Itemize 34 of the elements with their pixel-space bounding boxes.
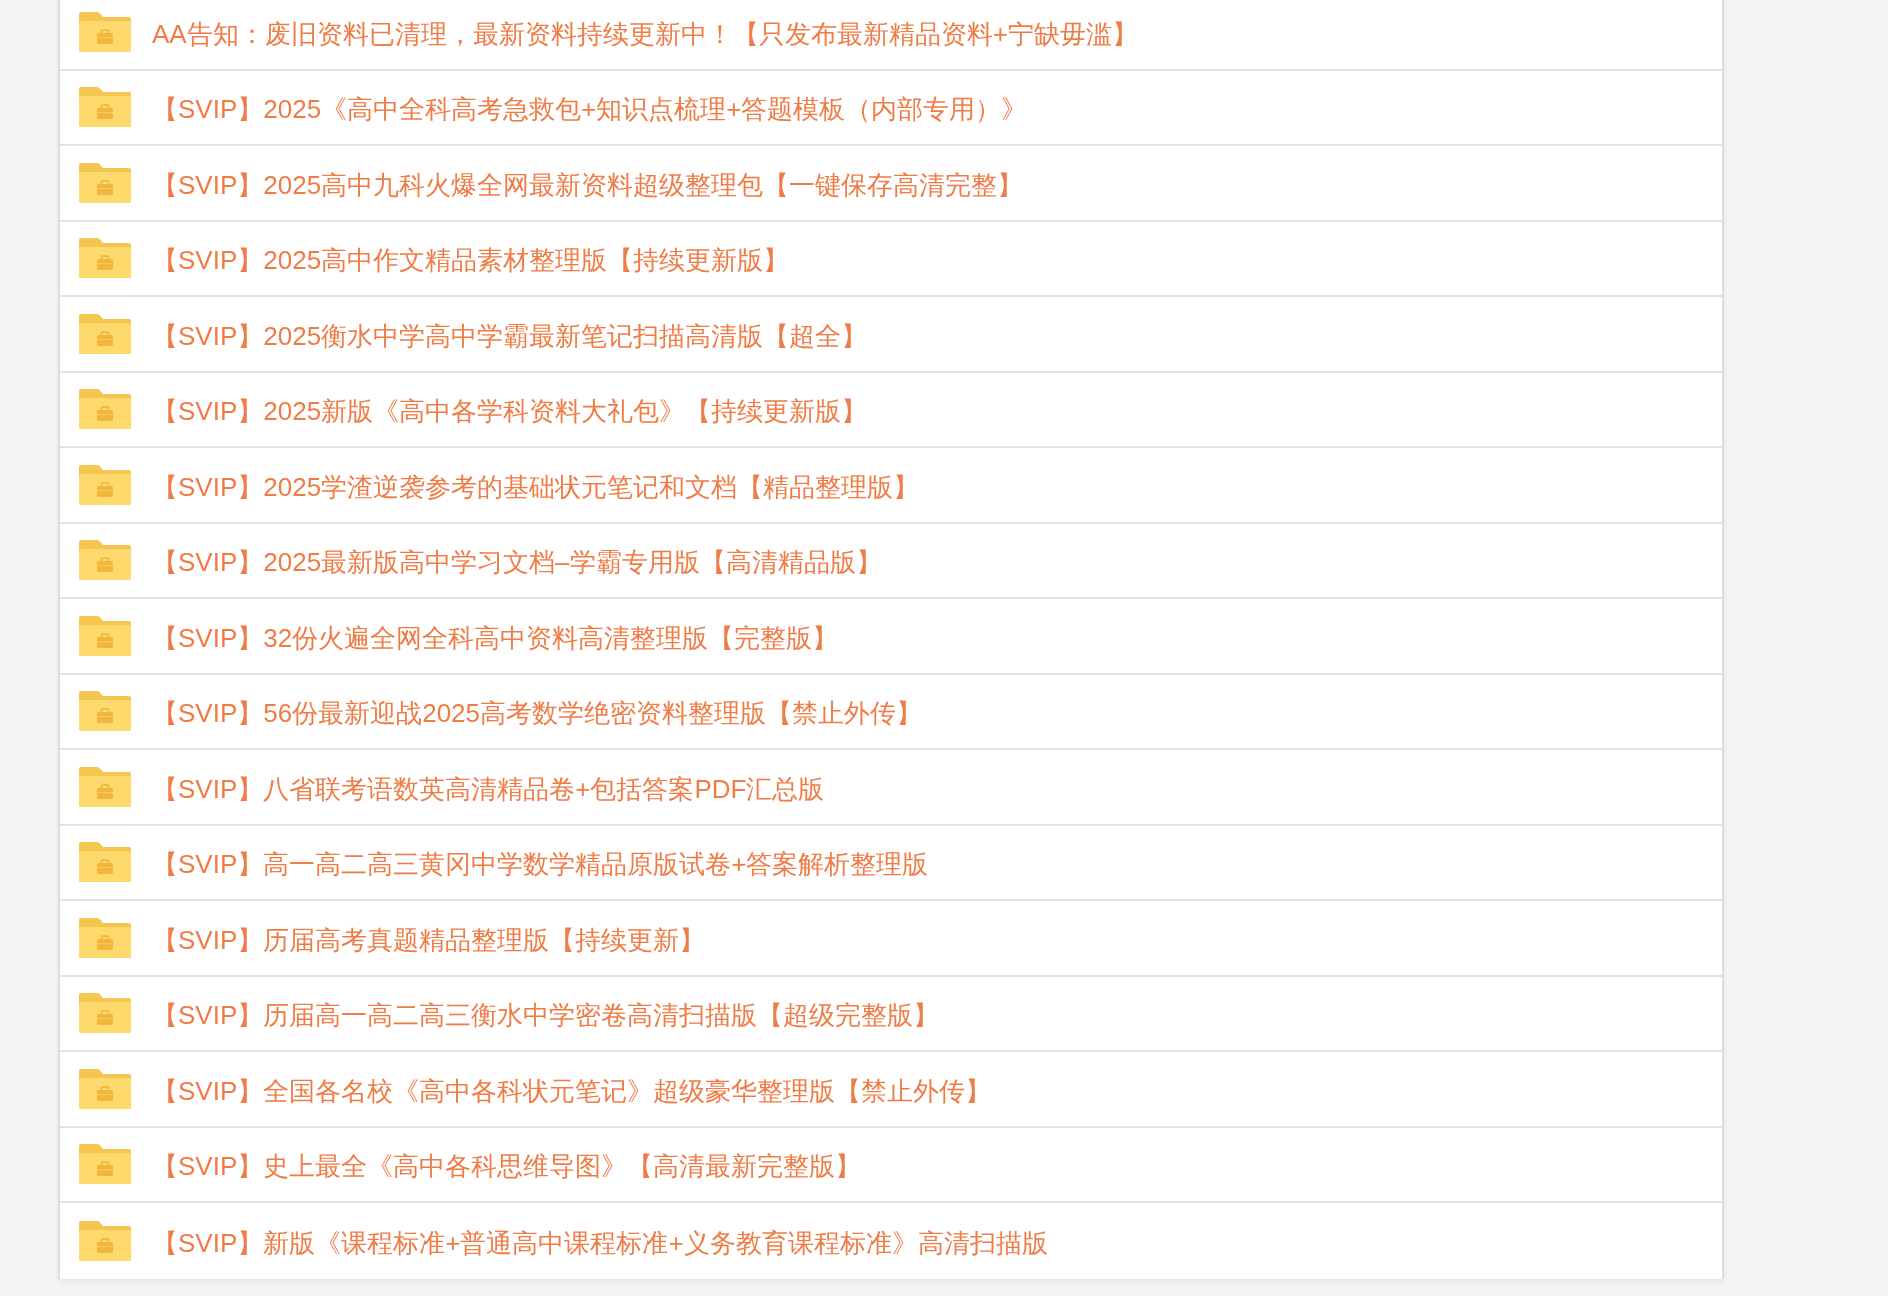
folder-icon (79, 238, 131, 279)
folder-icon (79, 11, 131, 52)
folder-link[interactable]: 【SVIP】历届高考真题精品整理版【持续更新】 (152, 922, 706, 957)
folder-link[interactable]: 【SVIP】56份最新迎战2025高考数学绝密资料整理版【禁止外传】 (152, 696, 922, 731)
folder-link[interactable]: 【SVIP】史上最全《高中各科思维导图》【高清最新完整版】 (152, 1149, 862, 1184)
folder-icon (79, 842, 131, 883)
folder-link[interactable]: 【SVIP】2025高中作文精品素材整理版【持续更新版】 (152, 243, 790, 278)
folder-link[interactable]: 【SVIP】32份火遍全网全科高中资料高清整理版【完整版】 (152, 620, 839, 655)
folder-link[interactable]: 【SVIP】2025衡水中学高中学霸最新笔记扫描高清版【超全】 (152, 318, 868, 353)
folder-icon (79, 691, 131, 732)
folder-link[interactable]: 【SVIP】高一高二高三黄冈中学数学精品原版试卷+答案解析整理版 (152, 847, 929, 882)
folder-icon (79, 540, 131, 581)
folder-link[interactable]: AA告知：废旧资料已清理，最新资料持续更新中！【只发布最新精品资料+宁缺毋滥】 (152, 16, 1138, 51)
folder-icon (79, 615, 131, 656)
folder-link[interactable]: 【SVIP】2025学渣逆袭参考的基础状元笔记和文档【精品整理版】 (152, 469, 920, 504)
folder-icon (79, 313, 131, 354)
folder-link[interactable]: 【SVIP】历届高一高二高三衡水中学密卷高清扫描版【超级完整版】 (152, 998, 940, 1033)
folder-link[interactable]: 【SVIP】八省联考语数英高清精品卷+包括答案PDF汇总版 (152, 771, 825, 806)
folder-icon (79, 1144, 131, 1185)
folder-icon (79, 87, 131, 128)
folder-icon (79, 464, 131, 505)
folder-icon (79, 917, 131, 958)
folder-link[interactable]: 【SVIP】2025新版《高中各学科资料大礼包》【持续更新版】 (152, 394, 868, 429)
folder-link[interactable]: 【SVIP】全国各名校《高中各科状元笔记》超级豪华整理版【禁止外传】 (152, 1073, 992, 1108)
folder-link[interactable]: 【SVIP】2025《高中全科高考急救包+知识点梳理+答题模板（内部专用）》 (152, 92, 1028, 127)
folder-icon (79, 766, 131, 807)
folder-link[interactable]: 【SVIP】2025高中九科火爆全网最新资料超级整理包【一键保存高清完整】 (152, 167, 1024, 202)
folder-link[interactable]: 【SVIP】新版《课程标准+普通高中课程标准+义务教育课程标准》高清扫描版 (152, 1225, 1048, 1260)
folder-link[interactable]: 【SVIP】2025最新版高中学习文档–学霸专用版【高清精品版】 (152, 545, 882, 580)
folder-icon (79, 1068, 131, 1109)
folder-icon (79, 1220, 131, 1261)
folder-icon (79, 162, 131, 203)
folder-icon (79, 993, 131, 1034)
folder-icon (79, 389, 131, 430)
